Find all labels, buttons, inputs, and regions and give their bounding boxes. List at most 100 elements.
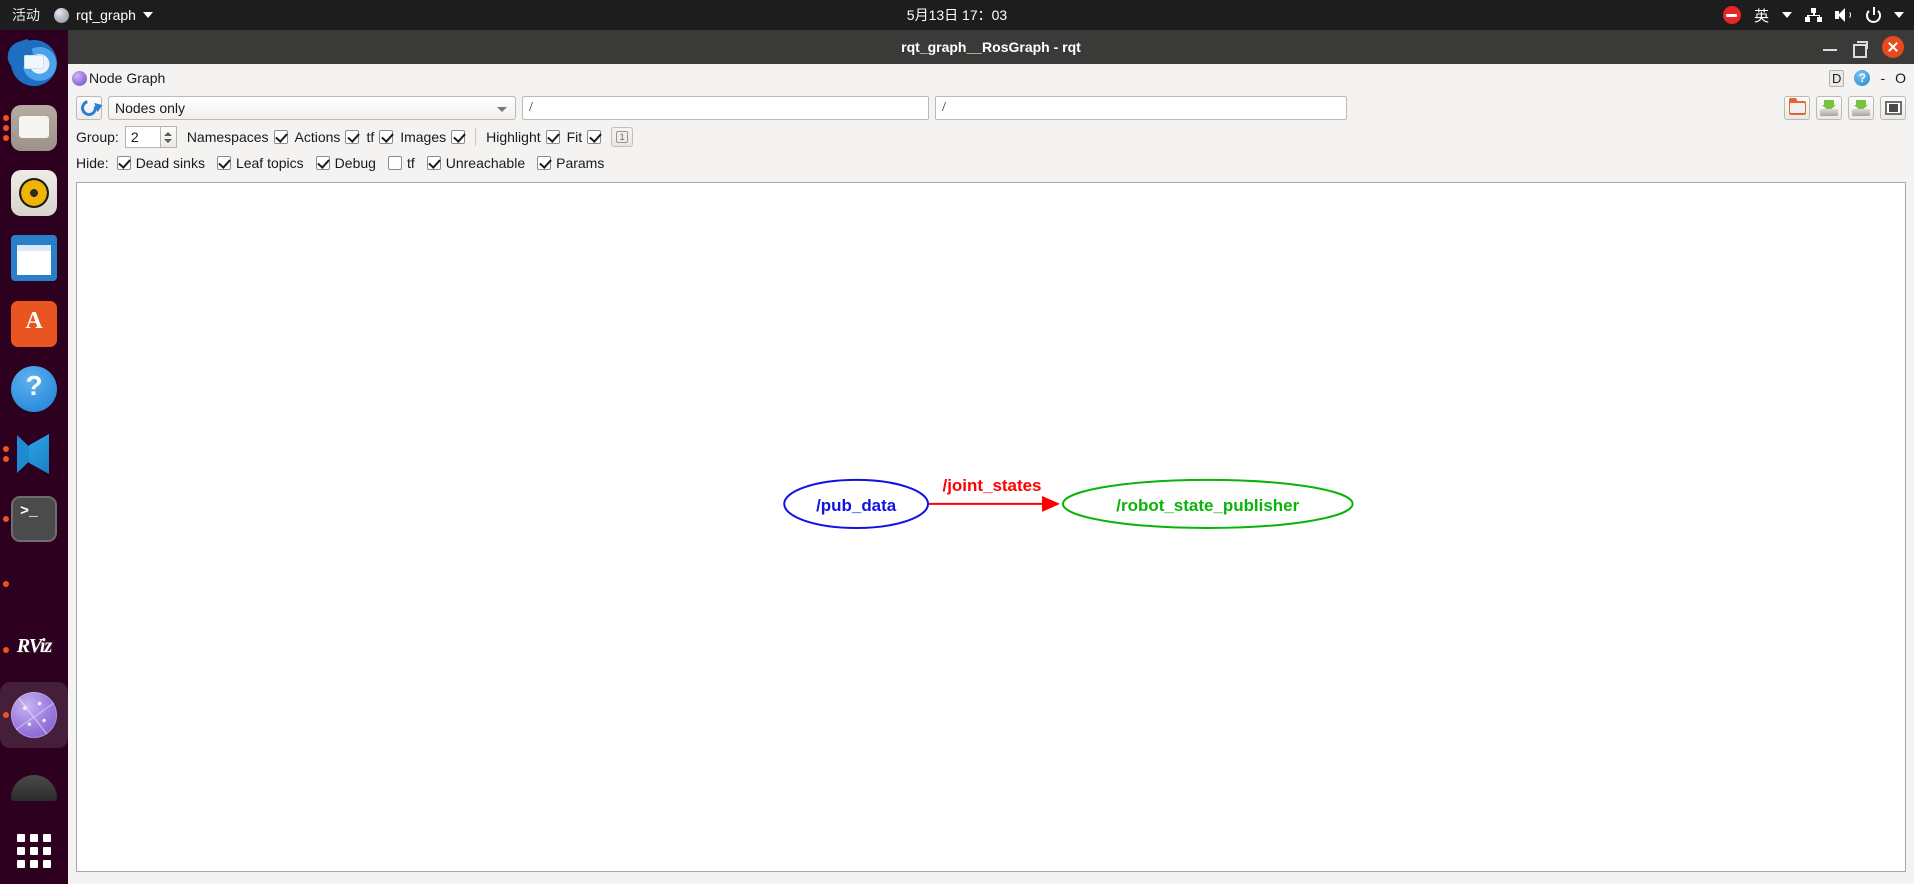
graph-edge-label: /joint_states <box>942 476 1041 495</box>
checkbox-actions[interactable]: Actions <box>295 129 360 145</box>
activities-button[interactable]: 活动 <box>0 5 54 25</box>
save-as-dot-button[interactable] <box>1816 96 1842 120</box>
graph-node-label-robot-state-publisher: /robot_state_publisher <box>1116 496 1299 515</box>
checkbox-box-tf[interactable] <box>379 130 394 144</box>
system-tray: 英 <box>1722 0 1904 30</box>
node-filter-input[interactable]: / <box>935 96 1347 120</box>
dock-item-ubuntu-software[interactable] <box>0 291 68 356</box>
auto-fit-toggle-button[interactable]: 1 <box>611 127 634 147</box>
toolbar-separator <box>475 128 477 146</box>
refresh-icon <box>78 97 100 119</box>
checkbox-debug[interactable]: Debug <box>315 155 376 171</box>
app-menu-label: rqt_graph <box>76 7 136 23</box>
checkbox-label-highlight: Highlight <box>486 129 541 145</box>
chevron-down-icon <box>142 12 153 18</box>
panel-minimize-button[interactable]: - <box>1880 70 1885 86</box>
ime-indicator-label[interactable]: 英 <box>1754 5 1769 26</box>
do-not-disturb-icon[interactable] <box>1722 6 1741 24</box>
thunderbird-icon <box>11 39 57 86</box>
dock-item-rviz[interactable] <box>0 617 68 682</box>
ros-graph-canvas[interactable]: /joint_states /pub_data /robot_state_pub… <box>76 182 1906 872</box>
ime-chevron-down-icon[interactable] <box>1782 12 1792 18</box>
checkbox-label-params: Params <box>556 155 605 171</box>
refresh-button[interactable] <box>76 96 102 120</box>
system-menu-chevron-down-icon[interactable] <box>1894 12 1904 18</box>
checkbox-fit[interactable]: Fit <box>567 129 602 145</box>
dock-item-rhythmbox[interactable] <box>0 160 68 225</box>
hide-label: Hide: <box>76 155 109 171</box>
checkbox-dead-sinks[interactable]: Dead sinks <box>116 155 205 171</box>
dock-letter-button[interactable]: D <box>1829 69 1845 87</box>
dock-item-thunderbird[interactable] <box>0 30 68 95</box>
checkbox-box-unreachable[interactable] <box>426 156 441 170</box>
checkbox-box-dead-sinks[interactable] <box>116 156 131 170</box>
graph-node-label-pub-data: /pub_data <box>816 496 897 515</box>
checkbox-leaf-topics[interactable]: Leaf topics <box>216 155 304 171</box>
graph-toolbar: Nodes only / / <box>68 92 1914 124</box>
checkbox-unreachable[interactable]: Unreachable <box>426 155 525 171</box>
save-as-image-button[interactable] <box>1848 96 1874 120</box>
dock-item-blank-app[interactable] <box>0 552 68 617</box>
load-dot-file-button[interactable] <box>1784 96 1810 120</box>
checkbox-box-fit[interactable] <box>587 130 602 144</box>
help-icon[interactable]: ? <box>1854 70 1871 86</box>
ubuntu-software-icon <box>11 300 57 347</box>
minimize-button[interactable] <box>1823 40 1837 54</box>
checkbox-box-hide-tf[interactable] <box>387 156 402 170</box>
checkbox-box-images[interactable] <box>451 130 466 144</box>
show-applications-button[interactable] <box>0 819 68 884</box>
window-controls <box>1823 30 1904 64</box>
dock-item-rqt-graph[interactable] <box>0 682 68 748</box>
checkbox-hide-tf[interactable]: tf <box>387 155 415 171</box>
volume-icon[interactable] <box>1835 8 1853 22</box>
checkbox-box-leaf-topics[interactable] <box>216 156 231 170</box>
checkbox-params[interactable]: Params <box>537 155 604 171</box>
rqt-graph-icon <box>11 691 57 738</box>
dock-item-libreoffice-writer[interactable] <box>0 226 68 291</box>
checkbox-box-highlight[interactable] <box>545 130 560 144</box>
checkbox-tf[interactable]: tf <box>366 129 394 145</box>
fit-in-view-button[interactable] <box>1880 96 1906 120</box>
close-button[interactable] <box>1882 36 1904 58</box>
node-graph-panel-header: Node Graph D ? - O <box>68 64 1914 92</box>
panel-header-controls: D ? - O <box>1829 64 1906 92</box>
topic-filter-value: / <box>529 100 533 115</box>
panel-float-button[interactable]: O <box>1895 70 1906 86</box>
group-spinbox[interactable]: 2 <box>124 126 161 148</box>
checkbox-highlight[interactable]: Highlight <box>486 129 560 145</box>
dock-item-help[interactable] <box>0 356 68 421</box>
running-indicator-dots <box>3 581 9 588</box>
maximize-button[interactable] <box>1853 40 1868 58</box>
one-icon: 1 <box>616 131 629 143</box>
power-icon[interactable] <box>1866 6 1881 23</box>
checkbox-namespaces[interactable]: Namespaces <box>187 129 288 145</box>
rhythmbox-icon <box>11 170 57 217</box>
checkbox-label-namespaces: Namespaces <box>186 129 269 145</box>
running-indicator-dots <box>3 114 9 141</box>
running-indicator-dots <box>3 711 9 718</box>
checkbox-label-actions: Actions <box>294 129 341 145</box>
folder-icon <box>1788 98 1806 115</box>
checkbox-images[interactable]: Images <box>400 129 466 145</box>
node-filter-value: / <box>942 100 946 115</box>
checkbox-box-actions[interactable] <box>345 130 360 144</box>
graph-type-value: Nodes only <box>115 100 186 116</box>
dock-item-files[interactable] <box>0 95 68 160</box>
chevron-down-icon <box>497 107 507 112</box>
launcher-dock <box>0 30 68 884</box>
dock-item-terminal[interactable] <box>0 487 68 552</box>
checkbox-box-namespaces[interactable] <box>273 130 288 144</box>
topic-filter-input[interactable]: / <box>522 96 929 120</box>
network-icon[interactable] <box>1805 8 1822 22</box>
window-title: rqt_graph__RosGraph - rqt <box>901 39 1081 55</box>
dock-item-trash[interactable] <box>0 748 68 813</box>
app-menu-button[interactable]: rqt_graph <box>54 7 153 23</box>
group-spinbox-steppers[interactable] <box>160 126 177 148</box>
rqt-app-icon <box>54 7 69 23</box>
graph-type-combobox[interactable]: Nodes only <box>108 96 516 120</box>
checkbox-box-params[interactable] <box>537 156 552 170</box>
dock-item-vscode[interactable] <box>0 421 68 486</box>
checkbox-label-debug: Debug <box>334 155 376 171</box>
checkbox-box-debug[interactable] <box>315 156 330 170</box>
rviz-icon <box>8 627 60 673</box>
